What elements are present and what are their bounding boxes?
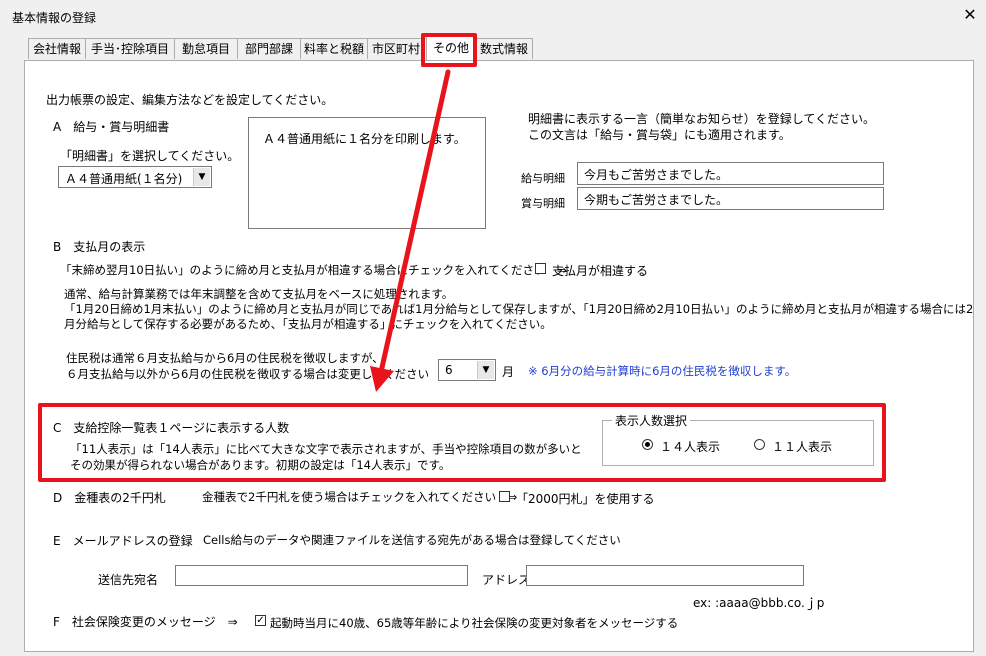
statement-select-value: Ａ４普通用紙(１名分) xyxy=(65,172,183,186)
window-title: 基本情報の登録 xyxy=(12,11,97,25)
resident-tax-month-note: ※ 6月分の給与計算時に6月の住民税を徴収します。 xyxy=(528,364,797,378)
statement-preview-text: Ａ４普通用紙に１名分を印刷します。 xyxy=(263,132,466,146)
salary-message-label: 給与明細 xyxy=(521,172,565,185)
bonus-message-label: 賞与明細 xyxy=(521,197,565,210)
section-b-title: B 支払月の表示 xyxy=(53,240,146,254)
month-unit: 月 xyxy=(502,365,515,379)
recipient-name-label: 送信先宛名 xyxy=(98,573,159,587)
resident-tax-desc-1: 住民税は通常６月支払給与から6月の住民税を徴収しますが、 xyxy=(66,351,384,365)
resident-tax-desc-2: ６月支払給与以外から6月の住民税を徴収する場合は変更してください ⇒ xyxy=(66,367,451,381)
social-insurance-message-label: 起動時当月に40歳、65歳等年齢により社会保険の変更対象者をメッセージする xyxy=(270,616,679,630)
email-address-label: アドレス xyxy=(482,573,531,587)
recipient-name-input[interactable] xyxy=(175,565,468,586)
two-thousand-yen-label: 「2000円札」を使用する xyxy=(516,492,655,506)
statement-preview: Ａ４普通用紙に１名分を印刷します。 xyxy=(248,117,486,229)
two-thousand-yen-desc: 金種表で2千円札を使う場合はチェックを入れてください ⇒ xyxy=(202,490,518,504)
tab-company[interactable]: 会社情報 xyxy=(28,38,86,59)
tab-formula[interactable]: 数式情報 xyxy=(475,38,533,59)
title-bar: 基本情報の登録 ✕ xyxy=(0,0,986,32)
section-f-title: F 社会保険変更のメッセージ ⇒ xyxy=(53,615,238,629)
section-c-highlight xyxy=(38,403,886,482)
resident-tax-month-select[interactable]: 6 ▼ xyxy=(438,359,496,381)
chevron-down-icon[interactable]: ▼ xyxy=(477,361,494,379)
tab-allowance-deduction[interactable]: 手当･控除項目 xyxy=(85,38,175,59)
pay-month-check-desc: 「末締め翌月10日払い」のように締め月と支払月が相違する場合にチェックを入れてく… xyxy=(60,263,567,277)
section-a-title: A 給与・賞与明細書 xyxy=(53,120,170,134)
tab-rates-tax[interactable]: 料率と税額 xyxy=(300,38,368,59)
statement-select-label: 「明細書」を選択してください。 xyxy=(60,149,240,163)
close-icon[interactable]: ✕ xyxy=(960,5,980,25)
tab-municipality[interactable]: 市区町村 xyxy=(367,38,425,59)
message-desc-1: 明細書に表示する一言（簡単なお知らせ）を登録してください。 xyxy=(528,112,876,126)
tab-attendance[interactable]: 勤怠項目 xyxy=(174,38,238,59)
message-desc-2: この文言は「給与・賞与袋」にも適用されます。 xyxy=(528,128,791,142)
intro-text: 出力帳票の設定、編集方法などを設定してください。 xyxy=(46,93,334,107)
two-thousand-yen-checkbox[interactable] xyxy=(499,491,510,502)
section-e-title: E メールアドレスの登録 xyxy=(53,534,193,548)
pay-month-note-3: 月分給与として保存する必要があるため、「支払月が相違する」にチェックを入れてくだ… xyxy=(64,317,552,331)
pay-month-differs-checkbox[interactable] xyxy=(535,263,546,274)
social-insurance-message-checkbox[interactable]: ✓ xyxy=(255,615,266,626)
salary-message-input[interactable]: 今月もご苦労さまでした。 xyxy=(577,162,884,185)
email-desc: Cells給与のデータや関連ファイルを送信する宛先がある場合は登録してください xyxy=(203,533,621,547)
statement-select[interactable]: Ａ４普通用紙(１名分) ▼ xyxy=(58,166,212,188)
pay-month-differs-label: 支払月が相違する xyxy=(552,264,649,278)
pay-month-note-2: 「1月20日締め1月末払い」のように締め月と支払月が同じであれば1月分給与として… xyxy=(64,302,974,316)
chevron-down-icon[interactable]: ▼ xyxy=(193,168,210,186)
pay-month-note-1: 通常、給与計算業務では年末調整を含めて支払月をベースに処理されます。 xyxy=(64,287,454,301)
bonus-message-input[interactable]: 今期もご苦労さまでした。 xyxy=(577,187,884,210)
section-d-title: D 金種表の2千円札 xyxy=(53,491,166,505)
tab-highlight xyxy=(421,33,477,67)
email-address-input[interactable] xyxy=(526,565,804,586)
resident-tax-month-value: 6 xyxy=(445,363,453,377)
email-example: ex: :aaaa@bbb.co.ｊp xyxy=(693,596,825,610)
tab-department[interactable]: 部門部課 xyxy=(237,38,301,59)
